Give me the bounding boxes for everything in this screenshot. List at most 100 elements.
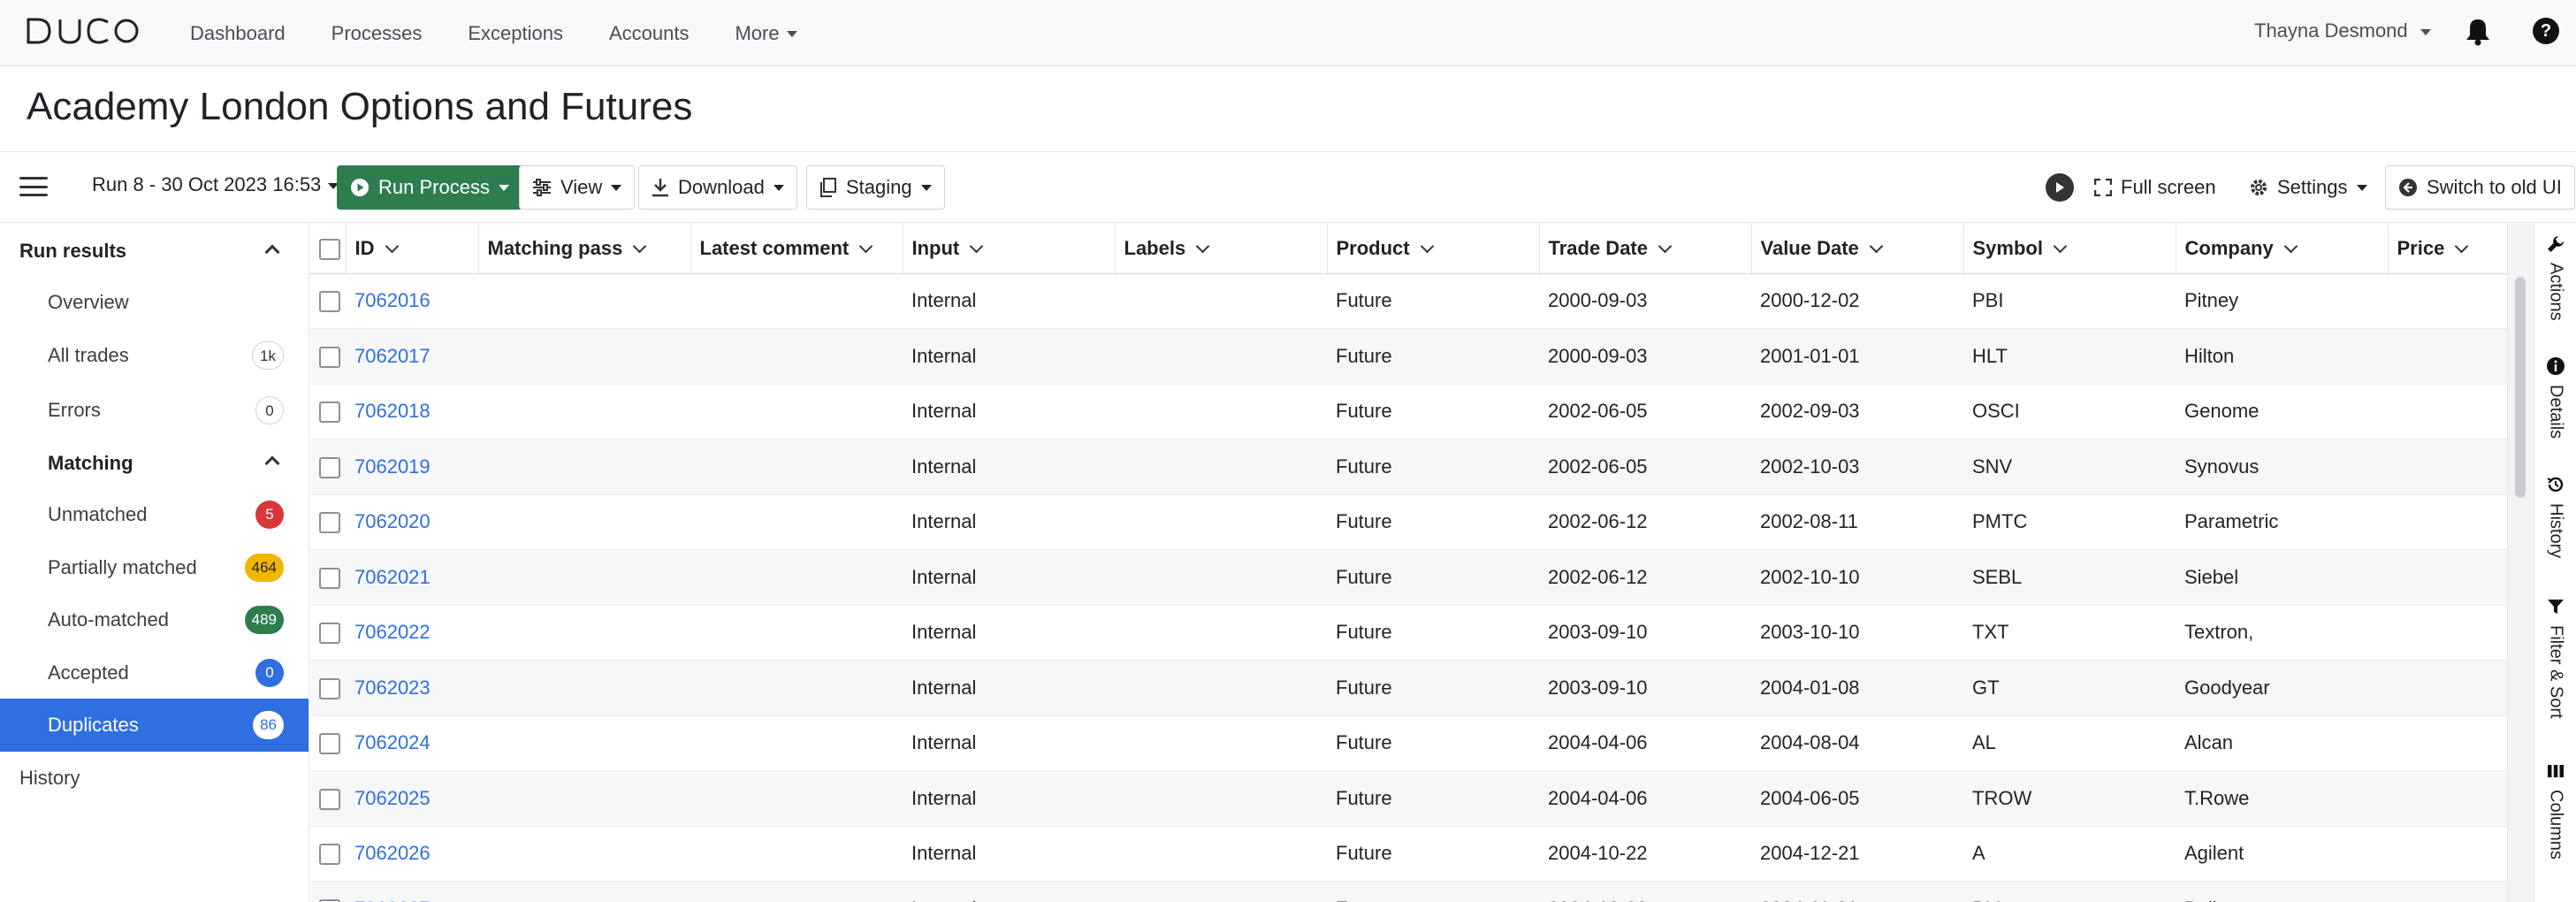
- sidebar-item-duplicates[interactable]: Duplicates 86: [0, 699, 309, 752]
- column-header-input[interactable]: Input: [903, 224, 1116, 274]
- rail-details[interactable]: Details: [2534, 356, 2576, 439]
- run-process-button[interactable]: Run Process: [337, 165, 522, 210]
- duco-logo[interactable]: [25, 16, 140, 46]
- column-header-symbol[interactable]: Symbol: [1963, 224, 2176, 274]
- cell-id[interactable]: 7062022: [346, 605, 478, 661]
- select-all-checkbox[interactable]: [319, 238, 340, 260]
- column-header-latest-comment[interactable]: Latest comment: [690, 224, 903, 274]
- column-header-labels[interactable]: Labels: [1115, 224, 1328, 274]
- column-header-product[interactable]: Product: [1327, 224, 1540, 274]
- row-checkbox[interactable]: [319, 567, 340, 589]
- rail-label: Details: [2546, 385, 2566, 440]
- chevron-up-icon[interactable]: [264, 455, 280, 471]
- run-results-heading[interactable]: Run results: [19, 240, 126, 263]
- row-checkbox[interactable]: [319, 788, 340, 810]
- sidebar-item-errors[interactable]: Errors 0: [0, 384, 309, 437]
- nav-dashboard[interactable]: Dashboard: [190, 22, 286, 45]
- nav-accounts[interactable]: Accounts: [609, 22, 690, 45]
- cell-product: Future: [1327, 328, 1539, 385]
- table-row[interactable]: 7062023 Internal Future 2003-09-10 2004-01-0…: [310, 660, 2507, 716]
- row-checkbox[interactable]: [319, 844, 340, 866]
- table-row[interactable]: 7062019 Internal Future 2002-06-05 2002-10-0…: [310, 439, 2507, 495]
- scrollbar-thumb[interactable]: [2515, 277, 2526, 498]
- full-screen-button[interactable]: Full screen: [2082, 165, 2229, 210]
- cell-id[interactable]: 7062025: [346, 770, 478, 827]
- rail-actions[interactable]: Actions: [2534, 234, 2576, 321]
- table-row[interactable]: 7062025 Internal Future 2004-04-06 2004-06-0…: [310, 770, 2507, 827]
- table-row[interactable]: 7062016 Internal Future 2000-09-03 2000-12-0…: [310, 273, 2507, 329]
- download-button[interactable]: Download: [638, 165, 797, 210]
- row-checkbox[interactable]: [319, 733, 340, 755]
- row-checkbox[interactable]: [319, 401, 340, 424]
- cell-id[interactable]: 7062020: [346, 494, 478, 550]
- rail-columns[interactable]: Columns: [2534, 761, 2576, 860]
- sidebar-item-unmatched[interactable]: Unmatched 5: [0, 488, 309, 541]
- column-header-price[interactable]: Price: [2388, 224, 2507, 274]
- rail-filter-sort[interactable]: Filter & Sort: [2534, 597, 2576, 719]
- notifications-bell-icon[interactable]: [2465, 18, 2491, 50]
- column-header-value-date[interactable]: Value Date: [1751, 224, 1964, 274]
- row-checkbox[interactable]: [319, 346, 340, 368]
- table-row[interactable]: 7062022 Internal Future 2003-09-10 2003-10-1…: [310, 605, 2507, 661]
- sidebar-item-accepted[interactable]: Accepted 0: [0, 646, 309, 699]
- sidebar-item-overview[interactable]: Overview: [0, 276, 309, 329]
- matching-heading[interactable]: Matching: [48, 452, 133, 475]
- table-row[interactable]: 7062021 Internal Future 2002-06-12 2002-10-1…: [310, 549, 2507, 606]
- sidebar-item-partially-matched[interactable]: Partially matched 464: [0, 541, 309, 594]
- table-row[interactable]: 7062026 Internal Future 2004-10-22 2004-12-2…: [310, 826, 2507, 882]
- row-checkbox[interactable]: [319, 512, 340, 534]
- cell-id[interactable]: 7062018: [346, 384, 478, 440]
- hamburger-menu-icon[interactable]: [19, 177, 48, 196]
- chevron-up-icon[interactable]: [264, 244, 280, 260]
- row-checkbox[interactable]: [319, 623, 340, 645]
- cell-id[interactable]: 7062023: [346, 660, 478, 716]
- run-selector[interactable]: Run 8 - 30 Oct 2023 16:53: [92, 173, 339, 196]
- info-icon: [2547, 357, 2565, 375]
- column-header-company[interactable]: Company: [2176, 224, 2389, 274]
- chevron-down-icon: [786, 31, 797, 38]
- row-checkbox[interactable]: [319, 291, 340, 313]
- row-checkbox[interactable]: [319, 677, 340, 699]
- cell-value-date: 2002-10-03: [1751, 439, 1963, 495]
- help-icon[interactable]: ?: [2533, 18, 2559, 44]
- sidebar-item-history[interactable]: History: [0, 752, 309, 805]
- play-button[interactable]: [2033, 165, 2086, 210]
- grid-vertical-scrollbar[interactable]: [2507, 224, 2534, 902]
- history-icon: [2547, 477, 2564, 493]
- cell-input: Internal: [903, 494, 1115, 550]
- rail-history[interactable]: History: [2534, 475, 2576, 558]
- sidebar-item-label: Accepted: [48, 661, 129, 684]
- table-row[interactable]: 7062018 Internal Future 2002-06-05 2002-09-0…: [310, 384, 2507, 440]
- cell-id[interactable]: 7062017: [346, 328, 478, 385]
- user-menu[interactable]: Thayna Desmond: [2254, 19, 2431, 42]
- row-select-cell: [310, 273, 346, 329]
- nav-processes[interactable]: Processes: [332, 22, 423, 45]
- table-row[interactable]: 7062027 Internal Future2004-10-222004-11-2…: [310, 881, 2507, 902]
- settings-button[interactable]: Settings: [2237, 165, 2380, 210]
- staging-button[interactable]: Staging: [806, 165, 945, 210]
- chevron-down-icon: [385, 239, 399, 254]
- row-checkbox[interactable]: [319, 456, 340, 478]
- cell-id[interactable]: 7062019: [346, 439, 478, 495]
- switch-old-ui-button[interactable]: Switch to old UI: [2385, 165, 2575, 210]
- cell-id[interactable]: 7062027: [346, 881, 478, 902]
- column-header-trade-date[interactable]: Trade Date: [1539, 224, 1752, 274]
- table-row[interactable]: 7062020 Internal Future 2002-06-12 2002-08-1…: [310, 494, 2507, 550]
- cell-id[interactable]: 7062016: [346, 273, 478, 329]
- cell-id[interactable]: 7062024: [346, 715, 478, 771]
- nav-more[interactable]: More: [735, 22, 797, 45]
- sidebar-item-auto-matched[interactable]: Auto-matched 489: [0, 593, 309, 646]
- view-button[interactable]: View: [519, 165, 636, 210]
- sidebar-item-label: Unmatched: [48, 503, 148, 525]
- nav-exceptions[interactable]: Exceptions: [468, 22, 563, 45]
- table-row[interactable]: 7062024 Internal Future 2004-04-06 2004-08-0…: [310, 715, 2507, 771]
- column-header-matching-pass[interactable]: Matching pass: [478, 224, 691, 274]
- sidebar-item-all-trades[interactable]: All trades 1k: [0, 329, 309, 382]
- chevron-down-icon: [633, 239, 647, 254]
- cell-id[interactable]: 7062026: [346, 826, 478, 882]
- expand-icon: [2094, 179, 2112, 196]
- cell-latest-comment: [690, 770, 903, 827]
- table-row[interactable]: 7062017 Internal Future 2000-09-03 2001-01-0…: [310, 328, 2507, 385]
- cell-id[interactable]: 7062021: [346, 549, 478, 606]
- column-header-id[interactable]: ID: [346, 224, 479, 274]
